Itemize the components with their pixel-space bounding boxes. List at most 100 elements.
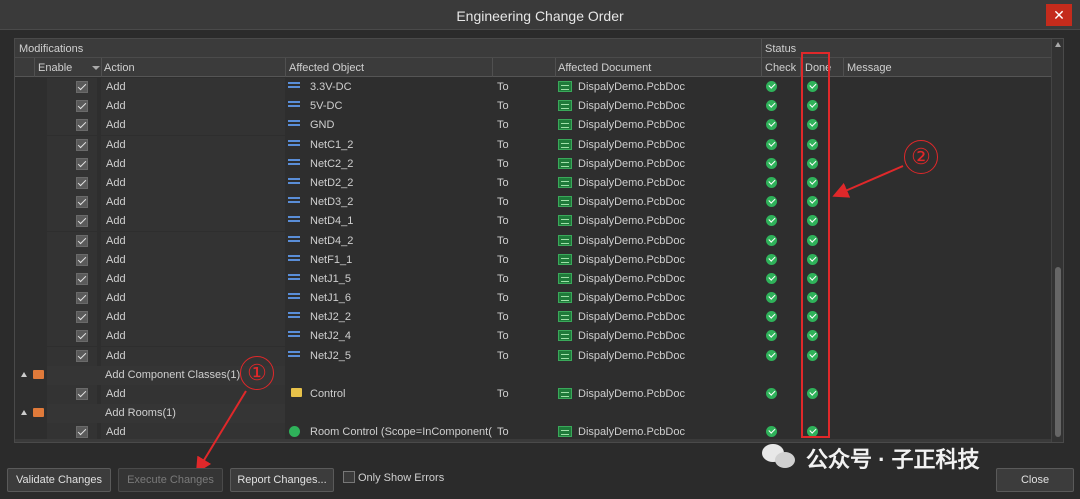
- net-icon: [288, 234, 302, 244]
- enable-checkbox[interactable]: [76, 292, 88, 305]
- enable-checkbox[interactable]: [76, 426, 88, 439]
- done-ok-icon: [807, 253, 818, 265]
- affected-object-cell: NetF1_1: [310, 253, 353, 266]
- table-row[interactable]: Add GND To DispalyDemo.PcbDoc: [15, 116, 1052, 136]
- done-ok-icon: [807, 100, 818, 112]
- collapse-icon[interactable]: [21, 371, 27, 377]
- table-row[interactable]: Add NetJ1_6 To DispalyDemo.PcbDoc: [15, 289, 1052, 309]
- affected-document-cell: DispalyDemo.PcbDoc: [578, 234, 685, 247]
- table-row[interactable]: Add NetJ2_5 To DispalyDemo.PcbDoc: [15, 346, 1052, 366]
- action-cell: Add: [106, 196, 126, 209]
- pcb-document-icon: [558, 330, 572, 342]
- validate-changes-button[interactable]: Validate Changes: [7, 468, 111, 492]
- scroll-up-icon[interactable]: [1055, 42, 1061, 47]
- execute-changes-button[interactable]: Execute Changes: [118, 468, 223, 492]
- table-row[interactable]: Add NetC2_2 To DispalyDemo.PcbDoc: [15, 154, 1052, 174]
- pcb-document-icon: [558, 157, 572, 169]
- pcb-document-icon: [558, 119, 572, 131]
- to-cell: To: [497, 311, 509, 324]
- watermark-text: 公众号 · 子正科技: [806, 447, 980, 472]
- done-ok-icon: [807, 426, 818, 438]
- table-row[interactable]: Add NetD3_2 To DispalyDemo.PcbDoc: [15, 193, 1052, 213]
- enable-checkbox[interactable]: [76, 196, 88, 209]
- table-row[interactable]: Add 5V-DC To DispalyDemo.PcbDoc: [15, 97, 1052, 117]
- to-cell: To: [497, 292, 509, 305]
- enable-checkbox[interactable]: [76, 176, 88, 189]
- enable-checkbox[interactable]: [76, 157, 88, 170]
- net-icon: [288, 253, 302, 263]
- col-check[interactable]: Check: [765, 62, 796, 74]
- scroll-thumb[interactable]: [1055, 267, 1061, 437]
- only-show-errors-label: Only Show Errors: [358, 472, 445, 484]
- check-ok-icon: [766, 311, 777, 323]
- pcb-document-icon: [558, 388, 572, 399]
- column-header-row: Enable Action Affected Object Affected D…: [15, 58, 1052, 77]
- col-affected-object[interactable]: Affected Object: [289, 62, 364, 74]
- pcb-document-icon: [558, 215, 572, 227]
- affected-object-cell: NetJ1_5: [310, 272, 351, 285]
- group-row[interactable]: Add Rooms(1): [15, 404, 1052, 424]
- action-cell: Add: [106, 176, 126, 189]
- table-row[interactable]: Add NetF1_1 To DispalyDemo.PcbDoc: [15, 250, 1052, 270]
- done-ok-icon: [807, 292, 818, 304]
- table-row[interactable]: Add NetD4_2 To DispalyDemo.PcbDoc: [15, 231, 1052, 251]
- enable-checkbox[interactable]: [76, 138, 88, 151]
- table-row[interactable]: Add 3.3V-DC To DispalyDemo.PcbDoc: [15, 78, 1052, 97]
- group-row[interactable]: Add Component Classes(1): [15, 365, 1052, 385]
- pcb-document-icon: [558, 176, 572, 188]
- only-show-errors-checkbox[interactable]: [343, 471, 355, 483]
- pcb-document-icon: [558, 311, 572, 323]
- check-ok-icon: [766, 215, 777, 227]
- vertical-scrollbar[interactable]: [1051, 39, 1063, 442]
- status-group-header: Status: [765, 43, 797, 55]
- table-row[interactable]: Add NetJ1_5 To DispalyDemo.PcbDoc: [15, 269, 1052, 289]
- affected-document-cell: DispalyDemo.PcbDoc: [578, 311, 685, 324]
- enable-checkbox[interactable]: [76, 311, 88, 324]
- col-done[interactable]: Done: [805, 62, 831, 74]
- col-action[interactable]: Action: [104, 62, 135, 74]
- folder-icon: [291, 388, 302, 397]
- pcb-document-icon: [558, 272, 572, 284]
- table-row[interactable]: Add NetD2_2 To DispalyDemo.PcbDoc: [15, 173, 1052, 193]
- enable-checkbox[interactable]: [76, 81, 88, 93]
- action-cell: Add: [106, 388, 126, 400]
- action-cell: Add: [106, 349, 126, 362]
- col-affected-document[interactable]: Affected Document: [558, 62, 651, 74]
- enable-checkbox[interactable]: [76, 253, 88, 266]
- close-window-button[interactable]: ✕: [1046, 4, 1072, 26]
- to-cell: To: [497, 330, 509, 343]
- col-enable[interactable]: Enable: [38, 62, 72, 74]
- enable-checkbox[interactable]: [76, 100, 88, 113]
- net-icon: [288, 99, 302, 109]
- affected-object-cell: NetC2_2: [310, 157, 354, 170]
- to-cell: To: [497, 196, 509, 209]
- report-changes-button[interactable]: Report Changes...: [230, 468, 334, 492]
- affected-object-cell: NetJ2_4: [310, 330, 351, 343]
- table-row[interactable]: Add NetD4_1 To DispalyDemo.PcbDoc: [15, 212, 1052, 232]
- table-row[interactable]: Add NetJ2_4 To DispalyDemo.PcbDoc: [15, 327, 1052, 347]
- enable-checkbox[interactable]: [76, 349, 88, 362]
- action-cell: Add: [106, 119, 126, 132]
- affected-document-cell: DispalyDemo.PcbDoc: [578, 292, 685, 305]
- table-row[interactable]: Add NetJ2_2 To DispalyDemo.PcbDoc: [15, 308, 1052, 328]
- enable-checkbox[interactable]: [76, 119, 88, 132]
- net-icon: [288, 195, 302, 205]
- enable-checkbox[interactable]: [76, 234, 88, 247]
- action-cell: Add: [106, 426, 126, 439]
- col-message[interactable]: Message: [847, 62, 892, 74]
- table-row[interactable]: Add NetC1_2 To DispalyDemo.PcbDoc: [15, 135, 1052, 155]
- annotation-marker-2: ②: [904, 140, 938, 174]
- enable-checkbox[interactable]: [76, 272, 88, 285]
- enable-checkbox[interactable]: [76, 215, 88, 228]
- affected-document-cell: DispalyDemo.PcbDoc: [578, 157, 685, 170]
- collapse-icon[interactable]: [21, 410, 27, 416]
- action-cell: Add: [106, 253, 126, 266]
- table-row[interactable]: Add Control To DispalyDemo.PcbDoc: [15, 385, 1052, 404]
- enable-checkbox[interactable]: [76, 388, 88, 400]
- sort-arrow-icon[interactable]: [92, 66, 100, 70]
- to-cell: To: [497, 176, 509, 189]
- enable-checkbox[interactable]: [76, 330, 88, 343]
- affected-document-cell: DispalyDemo.PcbDoc: [578, 388, 685, 400]
- to-cell: To: [497, 388, 509, 400]
- affected-document-cell: DispalyDemo.PcbDoc: [578, 426, 685, 439]
